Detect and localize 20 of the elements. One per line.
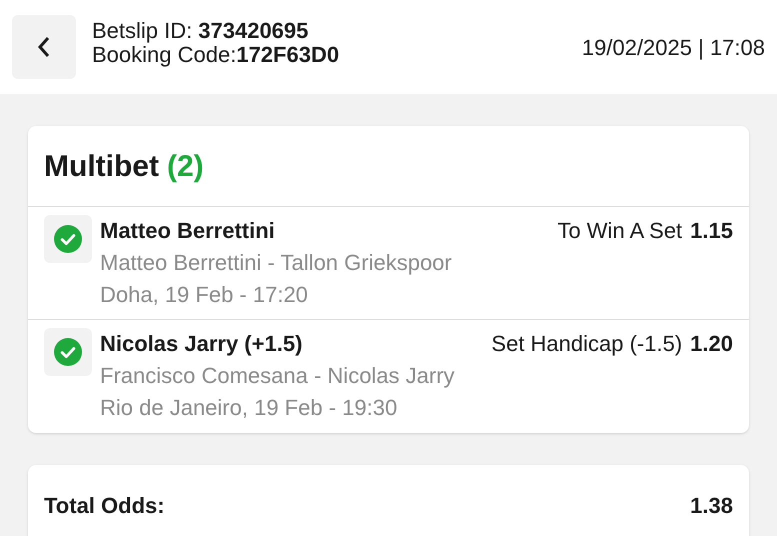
selection-pick: Nicolas Jarry (+1.5) (100, 330, 302, 358)
bet-datetime: 19/02/2025 | 17:08 (582, 34, 765, 62)
bet-title: Multibet (44, 148, 159, 184)
booking-code: 172F63D0 (236, 43, 340, 67)
total-odds-label: Total Odds: (44, 492, 165, 520)
selection-pick: Matteo Berrettini (100, 217, 275, 245)
selection-odds: 1.20 (690, 330, 733, 358)
market-name: To Win A Set (557, 217, 682, 245)
market-name: Set Handicap (-1.5) (491, 330, 682, 358)
booking-label: Booking Code: (92, 43, 236, 67)
match-info: Rio de Janeiro, 19 Feb - 19:30 (100, 394, 398, 422)
back-button[interactable] (12, 15, 76, 79)
match-info: Doha, 19 Feb - 17:20 (100, 281, 309, 309)
match-name: Matteo Berrettini - Tallon Griekspoor (100, 249, 453, 277)
selection-count: (2) (166, 148, 204, 184)
betslip-label: Betslip ID: (92, 19, 192, 43)
match-name: Francisco Comesana - Nicolas Jarry (100, 362, 456, 390)
betslip-id: 373420695 (198, 19, 308, 43)
selection-odds: 1.15 (690, 217, 733, 245)
total-odds-value: 1.38 (690, 492, 733, 520)
